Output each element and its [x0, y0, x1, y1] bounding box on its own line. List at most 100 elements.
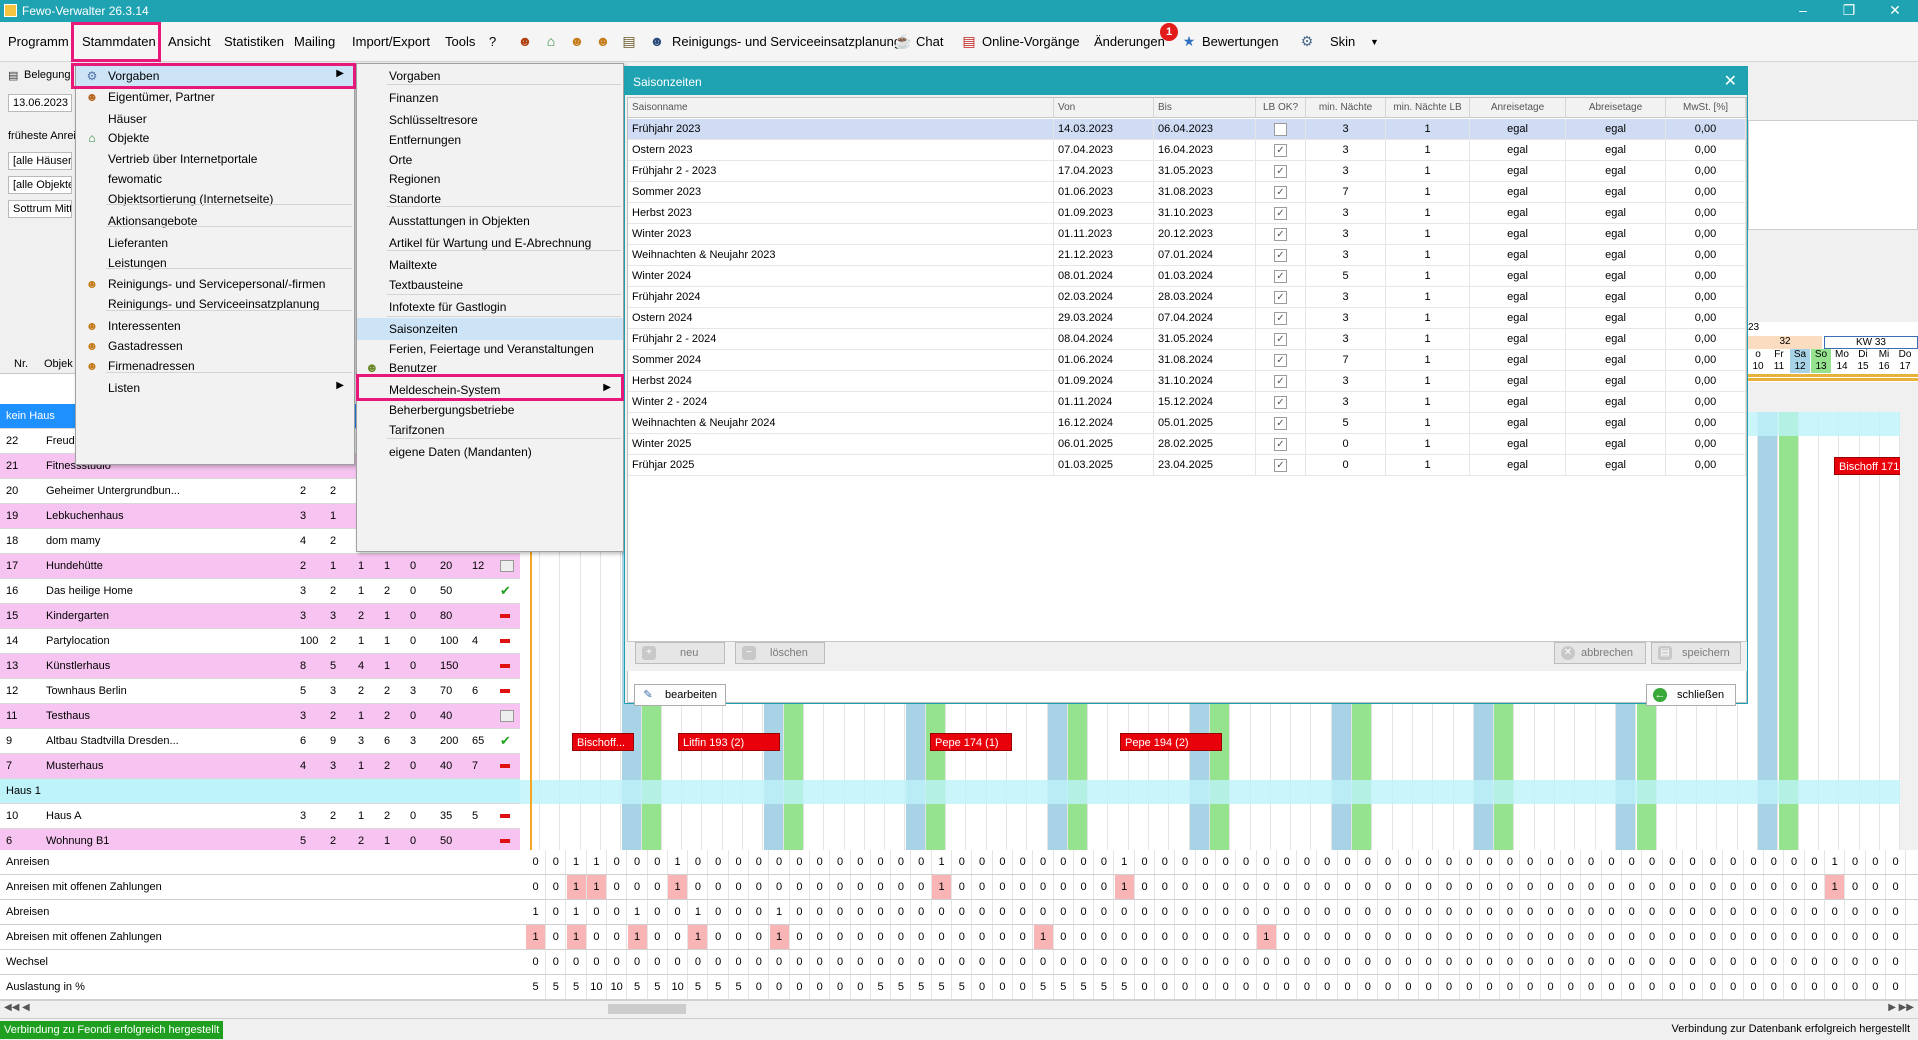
menu-item[interactable]: ☻ Interessenten — [76, 315, 354, 337]
lb-checkbox[interactable]: ✓ — [1274, 165, 1287, 178]
house-icon[interactable]: ⌂ — [542, 32, 560, 50]
object-row[interactable]: 7 Musterhaus 4 3 1 2 0 40 7 — [0, 754, 520, 779]
table-row[interactable]: Winter 2025 06.01.2025 28.02.2025 ✓ 0 1 egal eg… — [628, 434, 1746, 455]
table-cell[interactable]: ✓ — [1256, 182, 1306, 203]
guest-icon[interactable]: ☻ — [516, 32, 534, 50]
lb-checkbox[interactable]: ✓ — [1274, 354, 1287, 367]
table-row[interactable]: Frühjahr 2023 14.03.2023 06.04.2023 3 1 egal e… — [628, 119, 1746, 140]
submenu-item[interactable]: Finanzen — [357, 87, 623, 109]
submenu-item[interactable]: Mailtexte — [357, 254, 623, 276]
lb-checkbox[interactable]: ✓ — [1274, 459, 1287, 472]
table-row[interactable]: Sommer 2023 01.06.2023 31.08.2023 ✓ 7 1 egal eg… — [628, 182, 1746, 203]
table-cell[interactable]: ✓ — [1256, 371, 1306, 392]
menu-item[interactable]: Aktionsangebote — [76, 210, 354, 232]
menu-statistiken[interactable]: Statistiken — [224, 34, 284, 49]
menu-ansicht[interactable]: Ansicht — [168, 34, 211, 49]
date-field[interactable]: 13.06.2023 — [8, 94, 72, 112]
lb-checkbox[interactable]: ✓ — [1274, 186, 1287, 199]
object-row[interactable]: 9 Altbau Stadtvilla Dresden... 6 9 3 6 3 200 65 ✔ — [0, 729, 520, 754]
menu-mailing[interactable]: Mailing — [294, 34, 335, 49]
menu-item[interactable]: ⌂ Objekte — [76, 127, 354, 149]
filter-houses-select[interactable]: [alle Häuser] — [8, 152, 72, 170]
menu-bewertungen[interactable]: Bewertungen — [1202, 34, 1279, 49]
chat-icon[interactable]: ☕ — [894, 32, 912, 50]
lb-checkbox[interactable]: ✓ — [1274, 396, 1287, 409]
online-icon[interactable]: ▤ — [960, 32, 978, 50]
menu-item[interactable]: ☻ Firmenadressen — [76, 355, 354, 377]
table-cell[interactable]: ✓ — [1256, 329, 1306, 350]
delete-button[interactable]: − löschen — [735, 642, 825, 664]
lb-checkbox[interactable]: ✓ — [1274, 270, 1287, 283]
column-header[interactable]: Anreisetage — [1470, 98, 1566, 118]
column-header[interactable]: MwSt. [%] — [1666, 98, 1746, 118]
scroll-last-icon[interactable]: ▶▶ — [1899, 1002, 1914, 1013]
submenu-item[interactable]: Meldeschein-System ▶ — [357, 379, 623, 401]
menu-online-vorgaenge[interactable]: Online-Vorgänge — [982, 34, 1080, 49]
menu-item[interactable]: ☻ Eigentümer, Partner — [76, 86, 354, 108]
object-row[interactable]: 17 Hundehütte 2 1 1 1 0 20 12 — [0, 554, 520, 579]
table-row[interactable]: Winter 2 - 2024 01.11.2024 15.12.2024 ✓ 3 1 eg… — [628, 392, 1746, 413]
table-row[interactable]: Winter 2024 08.01.2024 01.03.2024 ✓ 5 1 egal eg… — [628, 266, 1746, 287]
object-row[interactable]: 10 Haus A 3 2 1 2 0 35 5 — [0, 804, 520, 829]
table-cell[interactable]: ✓ — [1256, 392, 1306, 413]
booking-bar[interactable]: Bischoff 171 — [1834, 457, 1900, 475]
object-row[interactable]: 11 Testhaus 3 2 1 2 0 40 — [0, 704, 520, 729]
submenu-item[interactable]: eigene Daten (Mandanten) — [357, 441, 623, 463]
table-cell[interactable] — [1256, 119, 1306, 140]
lb-checkbox[interactable]: ✓ — [1274, 333, 1287, 346]
column-header[interactable]: Abreisetage — [1566, 98, 1666, 118]
table-cell[interactable]: ✓ — [1256, 434, 1306, 455]
table-row[interactable]: Herbst 2024 01.09.2024 31.10.2024 ✓ 3 1 egal eg… — [628, 371, 1746, 392]
object-row[interactable]: 12 Townhaus Berlin 5 3 2 2 3 70 6 — [0, 679, 520, 704]
lb-checkbox[interactable] — [1274, 123, 1287, 136]
booking-bar[interactable]: Bischoff... — [572, 733, 634, 751]
submenu-item[interactable]: Entfernungen — [357, 129, 623, 151]
edit-button[interactable]: ✎ bearbeiten — [634, 684, 726, 706]
lb-checkbox[interactable]: ✓ — [1274, 144, 1287, 157]
submenu-item[interactable]: Beherbergungsbetriebe — [357, 399, 623, 421]
restore-icon[interactable]: ❐ — [1826, 0, 1872, 22]
minimize-icon[interactable]: – — [1780, 0, 1826, 22]
menu-item[interactable]: Leistungen — [76, 252, 354, 274]
menu-item[interactable]: ☻ Reinigungs- und Servicepersonal/-firmen — [76, 273, 354, 295]
submenu-item[interactable]: Regionen — [357, 168, 623, 190]
menu-item[interactable]: Listen ▶ — [76, 377, 354, 399]
lb-checkbox[interactable]: ✓ — [1274, 291, 1287, 304]
close-window-icon[interactable]: ✕ — [1872, 0, 1918, 22]
table-cell[interactable]: ✓ — [1256, 413, 1306, 434]
filter-location-select[interactable]: Sottrum Mitte — [8, 200, 72, 218]
scroll-thumb[interactable] — [608, 1004, 686, 1014]
menu-item[interactable]: Reinigungs- und Serviceeinsatzplanung — [76, 293, 354, 315]
lb-checkbox[interactable]: ✓ — [1274, 375, 1287, 388]
table-row[interactable]: Ostern 2024 29.03.2024 07.04.2024 ✓ 3 1 egal eg… — [628, 308, 1746, 329]
column-header[interactable]: min. Nächte — [1306, 98, 1386, 118]
lb-checkbox[interactable]: ✓ — [1274, 438, 1287, 451]
submenu-item[interactable]: Textbausteine — [357, 274, 623, 296]
close-icon[interactable]: ✕ — [1724, 71, 1737, 91]
table-cell[interactable]: ✓ — [1256, 266, 1306, 287]
booking-bar[interactable]: Pepe 174 (1) — [930, 733, 1012, 751]
lb-checkbox[interactable]: ✓ — [1274, 249, 1287, 262]
new-button[interactable]: + neu — [635, 642, 725, 664]
table-cell[interactable]: ✓ — [1256, 245, 1306, 266]
table-row[interactable]: Weihnachten & Neujahr 2024 16.12.2024 05.0… — [628, 413, 1746, 434]
save-button[interactable]: ▤ speichern — [1651, 642, 1741, 664]
group-haus1[interactable]: Haus 1 — [0, 779, 520, 804]
column-header[interactable]: LB OK? — [1256, 98, 1306, 118]
table-row[interactable]: Herbst 2023 01.09.2023 31.10.2023 ✓ 3 1 egal eg… — [628, 203, 1746, 224]
table-cell[interactable]: ✓ — [1256, 203, 1306, 224]
belegung-tab[interactable]: Belegung — [24, 69, 71, 81]
star-icon[interactable]: ★ — [1180, 32, 1198, 50]
menu-item[interactable]: Vertrieb über Internetportale — [76, 148, 354, 170]
submenu-item[interactable]: Ausstattungen in Objekten — [357, 210, 623, 232]
scroll-left-icon[interactable]: ◀ — [22, 1002, 30, 1013]
menu-item[interactable]: ⚙ Vorgaben ▶ — [76, 65, 354, 87]
object-row[interactable]: 16 Das heilige Home 3 2 1 2 0 50 ✔ — [0, 579, 520, 604]
scroll-right-icon[interactable]: ▶ — [1888, 1002, 1896, 1013]
table-row[interactable]: Frühjar 2025 01.03.2025 23.04.2025 ✓ 0 1 egal e… — [628, 455, 1746, 476]
object-row[interactable]: 14 Partylocation 100 2 1 1 0 100 4 — [0, 629, 520, 654]
menu-programm[interactable]: Programm — [8, 34, 69, 49]
table-row[interactable]: Ostern 2023 07.04.2023 16.04.2023 ✓ 3 1 egal eg… — [628, 140, 1746, 161]
table-cell[interactable]: ✓ — [1256, 350, 1306, 371]
menu-import-export[interactable]: Import/Export — [352, 34, 430, 49]
